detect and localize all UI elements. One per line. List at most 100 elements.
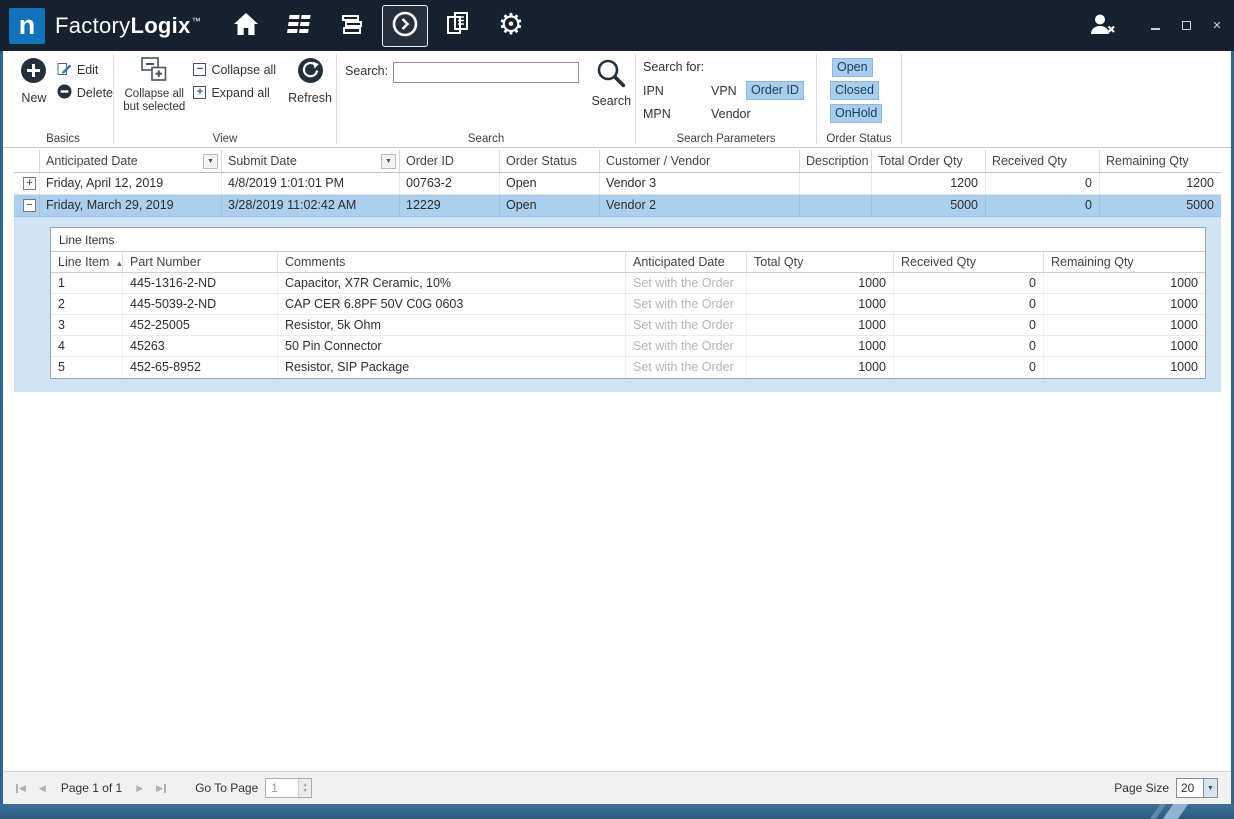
next-arrow-glyph: ▶ — [136, 784, 143, 793]
nav-item-settings[interactable]: ⚙ — [488, 5, 534, 47]
header-customer-vendor[interactable]: Customer / Vendor — [600, 150, 800, 172]
param-vendor[interactable]: Vendor — [711, 107, 751, 121]
param-ipn[interactable]: IPN — [643, 84, 664, 98]
expander-cell: − — [14, 195, 40, 216]
line-item-row[interactable]: 3 452-25005 Resistor, 5k Ohm Set with th… — [51, 315, 1205, 336]
cell-total-order-qty: 5000 — [872, 195, 986, 216]
status-closed[interactable]: Closed — [830, 81, 879, 100]
group-label-order-status: Order Status — [817, 133, 901, 145]
nav-item-schedule[interactable] — [276, 5, 322, 47]
brand-regular: Factory — [55, 13, 130, 38]
app-logo-letter: n — [19, 10, 36, 41]
edit-label: Edit — [77, 63, 99, 77]
header-submit-date[interactable]: Submit Date ▼ — [222, 150, 400, 172]
previous-page-button[interactable]: ◀ — [39, 784, 46, 793]
order-row[interactable]: + Friday, April 12, 2019 4/8/2019 1:01:0… — [14, 173, 1221, 195]
edit-button[interactable]: Edit — [57, 58, 113, 81]
li-header-total-qty[interactable]: Total Qty — [747, 252, 894, 272]
next-page-button[interactable]: ▶ — [136, 784, 143, 793]
header-total-order-qty[interactable]: Total Order Qty — [872, 150, 986, 172]
page-size-label: Page Size — [1114, 781, 1169, 795]
expand-row-button[interactable]: + — [23, 177, 36, 190]
last-page-icon — [164, 784, 166, 793]
nav-item-documents[interactable] — [435, 5, 481, 47]
nav-item-home[interactable] — [223, 5, 269, 47]
collapse-all-icon: − — [193, 63, 206, 76]
header-order-id[interactable]: Order ID — [400, 150, 500, 172]
li-header-part-number[interactable]: Part Number — [123, 252, 278, 272]
filter-dropdown-icon[interactable]: ▼ — [203, 154, 218, 169]
li-cell-comments: CAP CER 6.8PF 50V C0G 0603 — [278, 294, 626, 314]
li-header-line-item[interactable]: Line Item▲ — [51, 252, 123, 272]
minimize-button[interactable] — [1148, 19, 1162, 33]
ribbon-toolbar: New Edit Delete — [3, 51, 1231, 148]
status-onhold[interactable]: OnHold — [830, 104, 882, 123]
maximize-button[interactable] — [1179, 19, 1193, 33]
li-cell-comments: Resistor, 5k Ohm — [278, 315, 626, 335]
li-cell-total-qty: 1000 — [747, 273, 894, 293]
filter-dropdown-icon[interactable]: ▼ — [381, 154, 396, 169]
goto-page-spinner[interactable]: ▲ ▼ — [298, 779, 311, 797]
header-remaining-qty[interactable]: Remaining Qty — [1100, 150, 1221, 172]
refresh-icon — [297, 57, 324, 87]
logout-user-button[interactable] — [1088, 12, 1118, 39]
materials-stack-icon — [339, 12, 365, 39]
prev-arrow-glyph: ◀ — [19, 784, 26, 793]
cell-order-id: 12229 — [400, 195, 500, 216]
header-description[interactable]: Description — [800, 150, 872, 172]
li-cell-part-number: 452-65-8952 — [123, 357, 278, 378]
close-button[interactable]: × — [1210, 19, 1224, 33]
nav-item-materials[interactable] — [329, 5, 375, 47]
param-vpn[interactable]: VPN — [711, 84, 737, 98]
li-cell-total-qty: 1000 — [747, 294, 894, 314]
goto-page-field: ▲ ▼ — [265, 778, 312, 798]
delete-button[interactable]: Delete — [57, 81, 113, 104]
prev-arrow-glyph: ◀ — [39, 784, 46, 793]
li-cell-comments: Capacitor, X7R Ceramic, 10% — [278, 273, 626, 293]
header-anticipated-date[interactable]: Anticipated Date ▼ — [40, 150, 222, 172]
first-page-button[interactable]: ◀ — [16, 784, 26, 793]
close-icon: × — [1213, 18, 1222, 33]
li-header-anticipated-date[interactable]: Anticipated Date — [626, 252, 747, 272]
line-items-panel: Line Items Line Item▲ Part Number Commen… — [50, 227, 1206, 379]
line-item-row[interactable]: 2 445-5039-2-ND CAP CER 6.8PF 50V C0G 06… — [51, 294, 1205, 315]
orders-grid: Anticipated Date ▼ Submit Date ▼ Order I… — [14, 150, 1221, 392]
status-open[interactable]: Open — [832, 58, 873, 77]
collapse-row-button[interactable]: − — [23, 199, 36, 212]
param-mpn[interactable]: MPN — [643, 107, 671, 121]
param-order-id[interactable]: Order ID — [746, 81, 804, 100]
li-cell-anticipated-date: Set with the Order — [626, 273, 747, 293]
li-cell-received-qty: 0 — [894, 315, 1044, 335]
order-row-selected[interactable]: − Friday, March 29, 2019 3/28/2019 11:02… — [14, 195, 1221, 217]
cell-remaining-qty: 1200 — [1100, 173, 1221, 194]
line-item-row[interactable]: 4 45263 50 Pin Connector Set with the Or… — [51, 336, 1205, 357]
receiving-icon — [391, 10, 419, 41]
line-items-header-row: Line Item▲ Part Number Comments Anticipa… — [51, 251, 1205, 273]
header-submit-date-label: Submit Date — [228, 154, 297, 168]
group-separator — [901, 54, 902, 144]
header-received-qty[interactable]: Received Qty — [986, 150, 1100, 172]
expand-all-button[interactable]: + Expand all — [193, 81, 276, 104]
li-header-comments[interactable]: Comments — [278, 252, 626, 272]
line-item-row[interactable]: 1 445-1316-2-ND Capacitor, X7R Ceramic, … — [51, 273, 1205, 294]
li-cell-remaining-qty: 1000 — [1044, 273, 1205, 293]
expand-all-icon: + — [193, 86, 206, 99]
cell-submit-date: 4/8/2019 1:01:01 PM — [222, 173, 400, 194]
brand-bold: Logix — [130, 13, 190, 38]
minus-glyph: − — [197, 64, 203, 75]
nav-item-receiving[interactable] — [382, 5, 428, 47]
last-page-button[interactable]: ▶ — [156, 784, 166, 793]
line-items-panel-title: Line Items — [51, 228, 1205, 251]
collapse-all-button[interactable]: − Collapse all — [193, 58, 276, 81]
plus-glyph: + — [26, 178, 32, 189]
page-size-select[interactable]: 20 ▼ — [1176, 778, 1218, 798]
header-order-status[interactable]: Order Status — [500, 150, 600, 172]
group-label-search: Search — [337, 133, 635, 145]
search-input[interactable] — [393, 62, 578, 83]
li-header-remaining-qty[interactable]: Remaining Qty — [1044, 252, 1205, 272]
line-item-row[interactable]: 5 452-65-8952 Resistor, SIP Package Set … — [51, 357, 1205, 378]
user-logout-icon — [1088, 12, 1118, 39]
minus-circle-icon — [57, 84, 72, 102]
li-cell-remaining-qty: 1000 — [1044, 315, 1205, 335]
li-header-received-qty[interactable]: Received Qty — [894, 252, 1044, 272]
